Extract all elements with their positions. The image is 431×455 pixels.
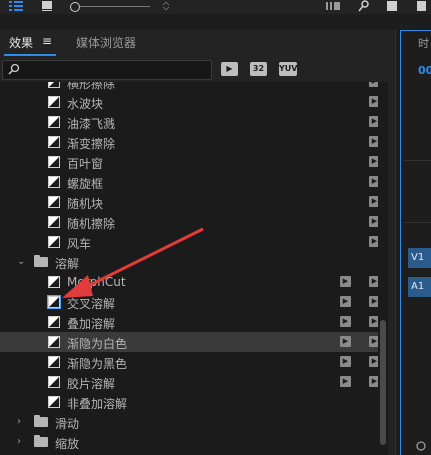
item-label: 非叠加溶解 <box>67 397 128 411</box>
effects-panel: 效果 ≡ 媒体浏览器 ▶ 32 YUV 横形擦除 ▶ 水波块 ▶ 油漆飞溅 ▶ <box>0 30 395 455</box>
transition-icon <box>48 396 60 408</box>
list-view-icon[interactable] <box>8 0 24 12</box>
list-item[interactable]: 百叶窗 ▶ <box>0 152 380 172</box>
search-icon <box>8 63 20 75</box>
list-item[interactable]: 叠加溶解 ▶ ▶ <box>0 312 380 332</box>
item-label: 螺旋框 <box>67 177 104 191</box>
list-item[interactable]: 风车 ▶ <box>0 232 380 252</box>
list-item[interactable]: 随机块 ▶ <box>0 192 380 212</box>
tab-effects[interactable]: 效果 <box>9 34 33 51</box>
transition-icon <box>48 316 60 328</box>
transition-icon <box>48 96 60 108</box>
item-label: 油漆飞溅 <box>67 117 116 131</box>
folder-label: 缩放 <box>55 437 80 451</box>
transition-icon <box>48 196 60 208</box>
accelerated-badge-icon: ▶ <box>340 316 351 327</box>
effects-search-box[interactable] <box>2 60 212 80</box>
active-tab-indicator <box>4 54 56 56</box>
folder-slide[interactable]: › 滑动 <box>0 412 378 432</box>
chevron-down-icon[interactable]: ⌄ <box>17 256 25 267</box>
list-item[interactable]: 油漆飞溅 ▶ <box>0 112 380 132</box>
item-label: 随机块 <box>67 197 104 211</box>
timeline-tab-label[interactable]: 时 <box>418 35 429 51</box>
item-label: 交叉溶解 <box>67 297 116 311</box>
tab-media-browser[interactable]: 媒体浏览器 <box>76 34 136 51</box>
transition-icon <box>48 376 60 388</box>
accelerated-badge-icon: ▶ <box>340 296 351 307</box>
timeline-panel-edge: 时 00 V1 A1 <box>395 30 431 455</box>
item-label: 横形擦除 <box>67 82 116 91</box>
folder-zoom[interactable]: › 缩放 <box>0 432 378 452</box>
item-label: 叠加溶解 <box>67 317 116 331</box>
folder-icon <box>34 415 48 427</box>
track-a1-button[interactable]: A1 <box>408 277 431 297</box>
list-item[interactable]: 渐变擦除 ▶ <box>0 132 380 152</box>
timeline-frame <box>400 30 431 455</box>
transition-icon <box>48 336 60 348</box>
item-label: 胶片溶解 <box>67 377 116 391</box>
transition-icon <box>48 136 60 148</box>
list-item[interactable]: 胶片溶解 ▶ ▶ <box>0 372 380 392</box>
find-icon[interactable] <box>357 0 371 12</box>
effects-scrollbar[interactable] <box>378 82 388 455</box>
effects-tree: 横形擦除 ▶ 水波块 ▶ 油漆飞溅 ▶ 渐变擦除 ▶ 百叶窗 ▶ 螺旋框 ▶ <box>0 82 388 455</box>
icon-view-icon[interactable] <box>40 0 54 12</box>
scrollbar-thumb[interactable] <box>380 320 386 445</box>
accelerated-badge-icon: ▶ <box>340 276 351 287</box>
list-item[interactable]: 横形擦除 ▶ <box>0 82 380 92</box>
chevron-right-icon[interactable]: › <box>17 436 21 447</box>
divider <box>404 160 431 161</box>
transition-icon <box>47 295 61 309</box>
transition-icon <box>48 216 60 228</box>
accelerated-badge-icon: ▶ <box>340 356 351 367</box>
accelerated-badge-icon: ▶ <box>340 336 351 347</box>
zoom-icon[interactable] <box>414 440 428 454</box>
folder-icon <box>34 435 48 447</box>
item-label: 百叶窗 <box>67 157 104 171</box>
list-item[interactable]: 螺旋框 ▶ <box>0 172 380 192</box>
32bit-filter-button[interactable]: 32 <box>250 62 267 76</box>
transition-icon <box>48 156 60 168</box>
folder-icon <box>34 255 48 267</box>
track-v1-button[interactable]: V1 <box>408 248 431 268</box>
transition-icon <box>48 116 60 128</box>
list-item-selected[interactable]: 渐隐为白色 ▶ ▶ <box>0 332 380 352</box>
panel-menu-icon[interactable]: ≡ <box>42 34 52 48</box>
search-input[interactable] <box>23 61 203 79</box>
item-label: 渐隐为白色 <box>67 337 128 351</box>
new-item-icon[interactable] <box>415 0 429 12</box>
transition-icon <box>48 236 60 248</box>
list-item[interactable]: 渐隐为黑色 ▶ ▶ <box>0 352 380 372</box>
transition-icon <box>48 356 60 368</box>
transition-icon <box>48 276 60 288</box>
chevron-right-icon[interactable]: › <box>17 416 21 427</box>
zoom-slider-handle[interactable] <box>70 2 80 12</box>
item-label: 渐隐为黑色 <box>67 357 128 371</box>
list-item[interactable]: 非叠加溶解 <box>0 392 378 412</box>
folder-label: 滑动 <box>55 417 80 431</box>
transition-icon <box>48 176 60 188</box>
new-bin-icon[interactable] <box>385 0 399 12</box>
list-item[interactable]: 水波块 ▶ <box>0 92 380 112</box>
top-toolbar <box>0 0 431 14</box>
item-label: 随机擦除 <box>67 217 116 231</box>
item-label: 风车 <box>67 237 92 251</box>
item-label: 水波块 <box>67 97 104 111</box>
sort-icon[interactable] <box>160 0 172 12</box>
list-item[interactable]: 随机擦除 ▶ <box>0 212 380 232</box>
list-item[interactable]: MorphCut ▶ ▶ <box>0 272 380 292</box>
item-label: 渐变擦除 <box>67 137 116 151</box>
folder-dissolve[interactable]: ⌄ 溶解 <box>0 252 378 272</box>
divider <box>404 222 431 223</box>
item-label: MorphCut <box>67 275 126 289</box>
bin-view-icon[interactable] <box>325 0 341 12</box>
accelerated-badge-icon: ▶ <box>340 376 351 387</box>
accelerated-effects-filter-icon[interactable]: ▶ <box>221 62 238 76</box>
list-item[interactable]: 交叉溶解 ▶ ▶ <box>0 292 380 312</box>
zoom-slider-track[interactable] <box>70 6 150 7</box>
transition-icon <box>48 82 60 88</box>
yuv-filter-button[interactable]: YUV <box>279 62 297 76</box>
folder-label: 溶解 <box>55 257 80 271</box>
timecode[interactable]: 00 <box>418 64 431 77</box>
